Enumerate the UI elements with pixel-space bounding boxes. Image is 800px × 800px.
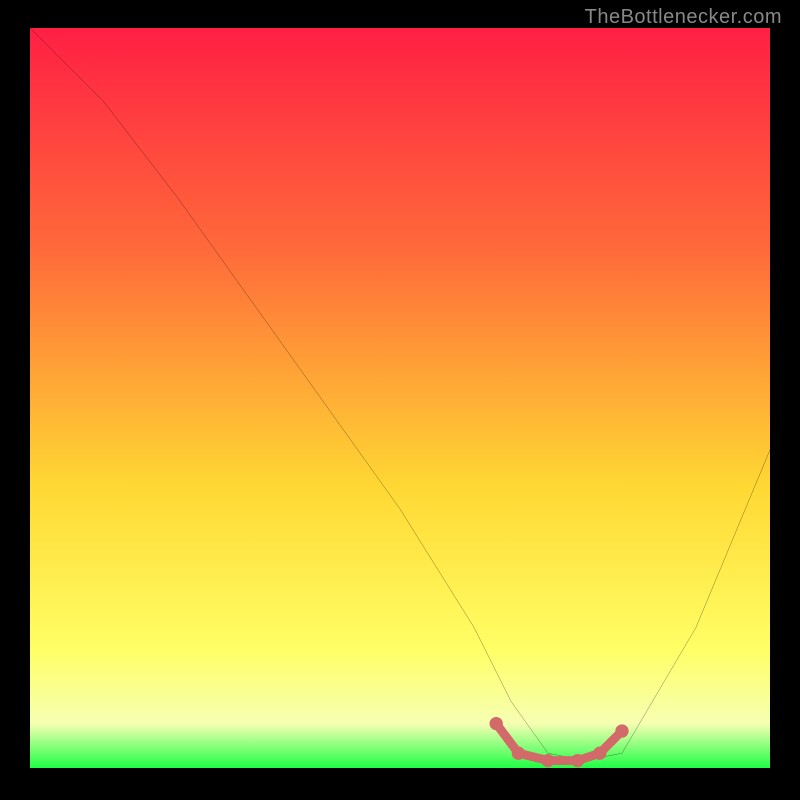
highlight-dot [541, 754, 554, 767]
highlight-dot [490, 717, 503, 730]
highlight-dot [615, 724, 628, 737]
chart-svg [30, 28, 770, 768]
gradient-background [30, 28, 770, 768]
highlight-dot [512, 747, 525, 760]
attribution-label: TheBottlenecker.com [585, 6, 782, 29]
bottleneck-chart [30, 28, 770, 768]
highlight-dot [571, 754, 584, 767]
highlight-dot [593, 747, 606, 760]
